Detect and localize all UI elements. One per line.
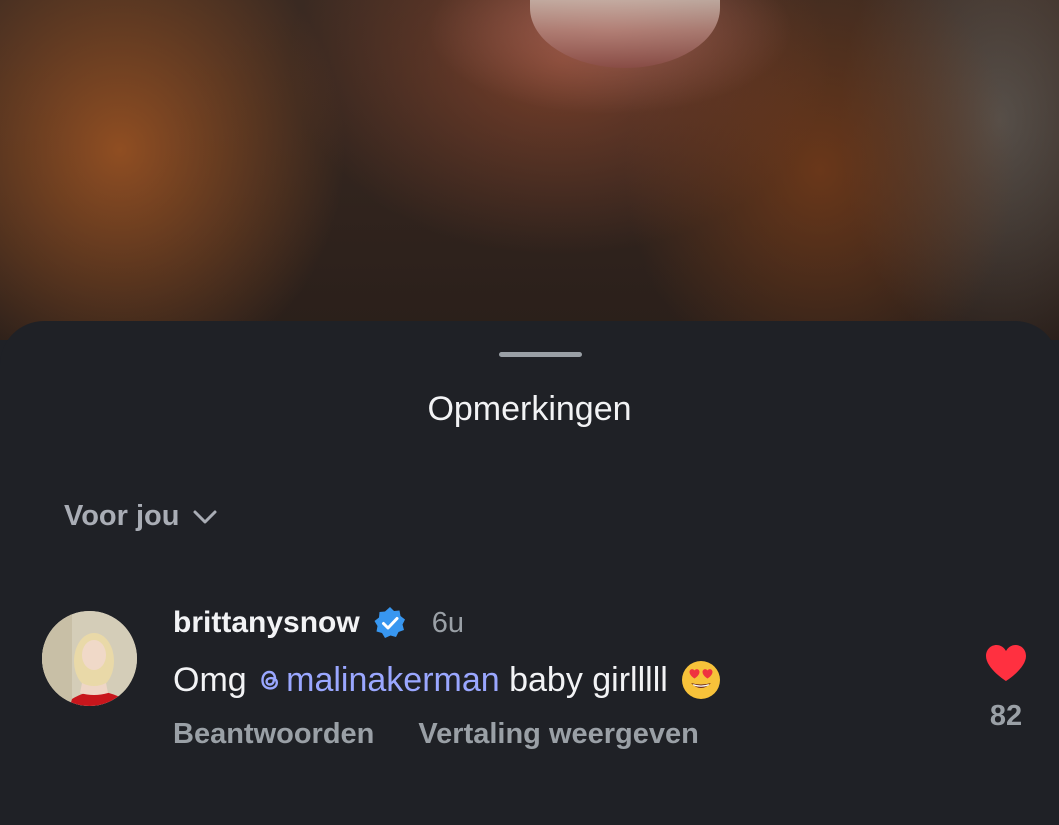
comment-text-start: Omg [173, 660, 257, 699]
avatar[interactable] [42, 611, 137, 706]
photo-detail [530, 0, 720, 68]
mention-link[interactable]: malinakerman [256, 661, 500, 700]
drag-handle[interactable] [499, 352, 582, 357]
comment-meta: brittanysnow 6u [173, 602, 722, 644]
sheet-title: Opmerkingen [427, 390, 632, 428]
sort-dropdown[interactable]: Voor jou [64, 500, 219, 533]
heart-icon[interactable] [984, 643, 1028, 683]
timestamp: 6u [431, 606, 464, 639]
like-count: 82 [989, 700, 1023, 732]
comment-text: Omg malinakerman baby girlllll [173, 658, 722, 702]
chevron-down-icon [193, 510, 217, 523]
heart-eyes-emoji [681, 661, 720, 699]
avatar-image [42, 611, 137, 706]
threads-icon [261, 670, 279, 690]
translate-button[interactable]: Vertaling weergeven [418, 718, 698, 751]
verified-badge-icon [374, 607, 405, 638]
reply-button[interactable]: Beantwoorden [173, 718, 374, 751]
comment: brittanysnow 6u Omg malinakerman baby gi… [173, 602, 722, 756]
mention-username: malinakerman [286, 660, 500, 699]
sort-label: Voor jou [64, 500, 180, 532]
comment-text-end: baby girlllll [499, 660, 668, 699]
username[interactable]: brittanysnow [173, 606, 360, 640]
comment-actions: Beantwoorden Vertaling weergeven [173, 712, 722, 756]
background-photo [0, 0, 1059, 340]
